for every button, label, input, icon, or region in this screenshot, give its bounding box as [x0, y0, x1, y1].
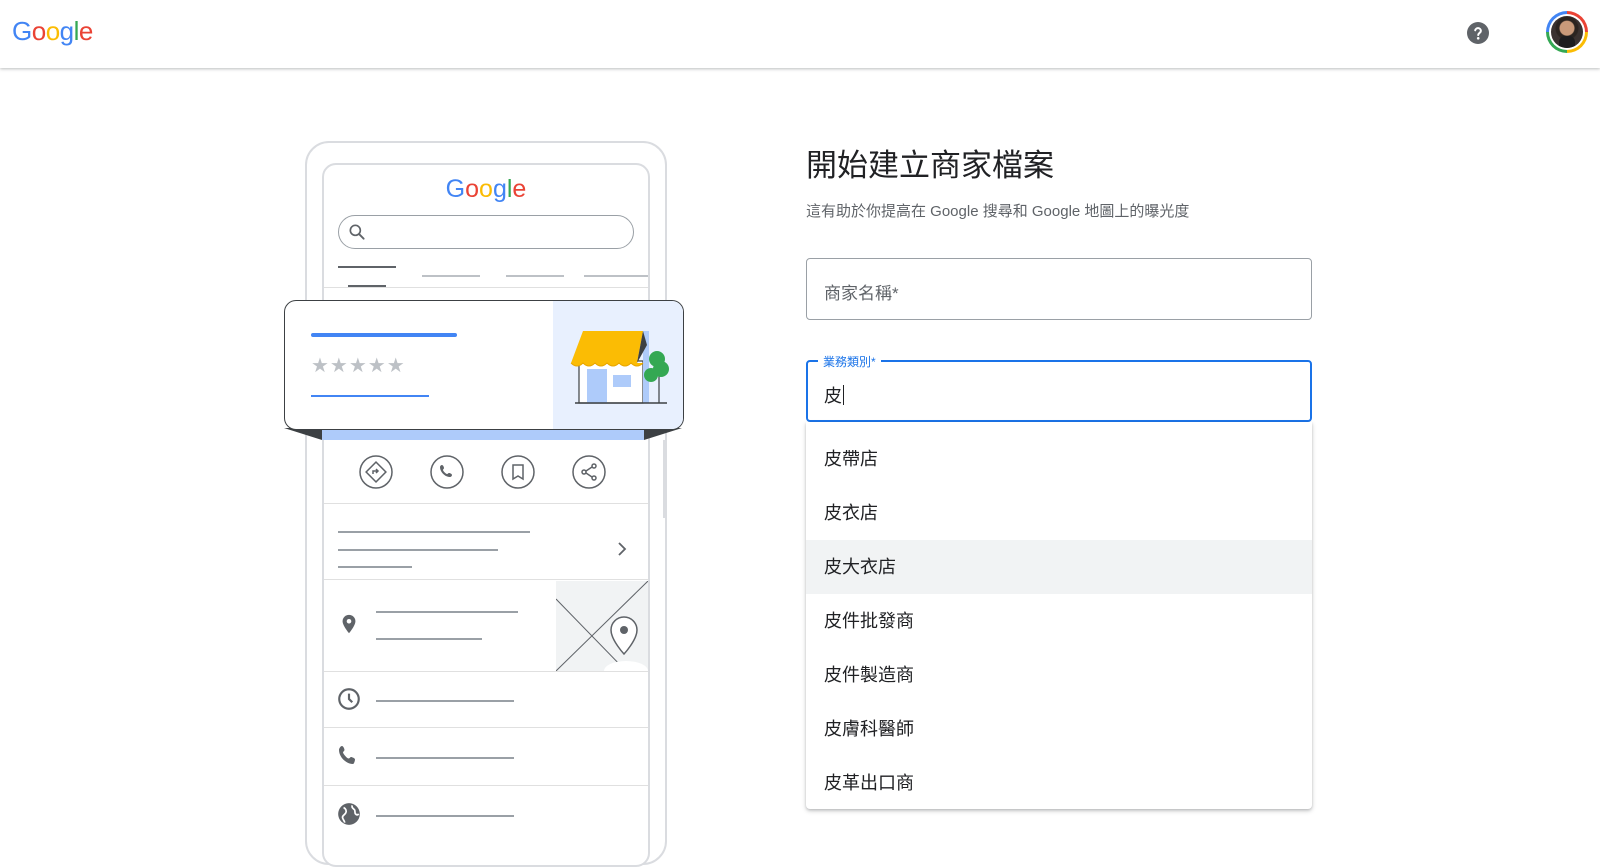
illustration-search-bar [338, 215, 634, 249]
placeholder-line [376, 815, 514, 817]
business-category-input[interactable]: 業務類別* 皮 [806, 353, 1312, 422]
phone-icon [430, 455, 464, 489]
avatar-ring-gap [1549, 14, 1585, 50]
suggestion-option[interactable]: 皮帶店 [806, 432, 1312, 486]
rating-stars: ★★★★★ [311, 355, 406, 377]
directions-icon [359, 455, 393, 489]
divider [324, 503, 648, 504]
phone-illustration-screen: Google [322, 163, 650, 867]
divider [324, 785, 648, 786]
placeholder-line [376, 700, 514, 702]
placeholder-line [376, 638, 482, 640]
placeholder-line [338, 531, 530, 533]
account-avatar[interactable] [1546, 11, 1588, 53]
phone-icon [339, 746, 355, 764]
top-bar: Google [0, 0, 1600, 68]
logo-letter: G [12, 16, 32, 46]
logo-letter: o [45, 16, 60, 46]
avatar-photo [1551, 16, 1583, 48]
business-category-value: 皮 [824, 385, 844, 406]
globe-icon [338, 803, 360, 825]
store-illustration-panel [553, 301, 683, 429]
illustration-google-logo: Google [445, 175, 527, 203]
suggestion-option[interactable]: 皮衣店 [806, 486, 1312, 540]
divider [324, 727, 648, 728]
logo-letter: e [78, 16, 93, 46]
business-category-label: 業務類別* [818, 353, 881, 370]
card-title-bar [311, 333, 457, 337]
card-link-line [311, 395, 429, 397]
text-cursor [843, 385, 844, 405]
logo-letter: g [59, 16, 74, 46]
share-icon [572, 455, 606, 489]
divider [324, 579, 648, 580]
suggestion-option[interactable]: 皮革出口商 [806, 756, 1312, 810]
category-suggestions-list: 皮帶店 皮衣店 皮大衣店 皮件批發商 皮件製造商 皮膚科醫師 皮革出口商 [806, 422, 1312, 809]
placeholder-line [376, 611, 518, 613]
illustration-tab-line [338, 266, 396, 268]
chevron-right-icon [618, 542, 627, 556]
page-title: 開始建立商家檔案 [806, 148, 1054, 183]
illustration-tab-line [422, 275, 480, 277]
placeholder-line [376, 757, 514, 759]
illustration-tab-line [584, 275, 648, 277]
google-logo[interactable]: Google [12, 16, 93, 47]
map-pin-icon [556, 581, 648, 671]
business-name-placeholder: 商家名稱* [824, 284, 899, 303]
illustration-business-card: ★★★★★ [284, 300, 684, 430]
illustration-scrollbar [663, 440, 666, 518]
logo-letter: o [31, 16, 46, 46]
suggestion-option-highlighted[interactable]: 皮大衣店 [806, 540, 1312, 594]
placeholder-line [338, 549, 498, 551]
search-icon [349, 224, 365, 240]
location-pin-icon [342, 614, 356, 634]
bookmark-icon [501, 455, 535, 489]
divider [324, 671, 648, 672]
illustration-map-thumbnail [556, 581, 648, 671]
business-name-input[interactable]: 商家名稱* [806, 258, 1312, 320]
illustration-tab-line [506, 275, 564, 277]
clock-icon [338, 688, 360, 710]
divider [324, 287, 648, 288]
suggestion-option[interactable]: 皮件製造商 [806, 648, 1312, 702]
page-subtitle: 這有助於你提高在 Google 搜尋和 Google 地圖上的曝光度 [806, 203, 1190, 220]
placeholder-line [338, 566, 412, 568]
storefront-icon [570, 331, 669, 404]
suggestion-option[interactable]: 皮膚科醫師 [806, 702, 1312, 756]
help-circle-icon[interactable] [1466, 21, 1490, 45]
suggestion-option[interactable]: 皮件批發商 [806, 594, 1312, 648]
